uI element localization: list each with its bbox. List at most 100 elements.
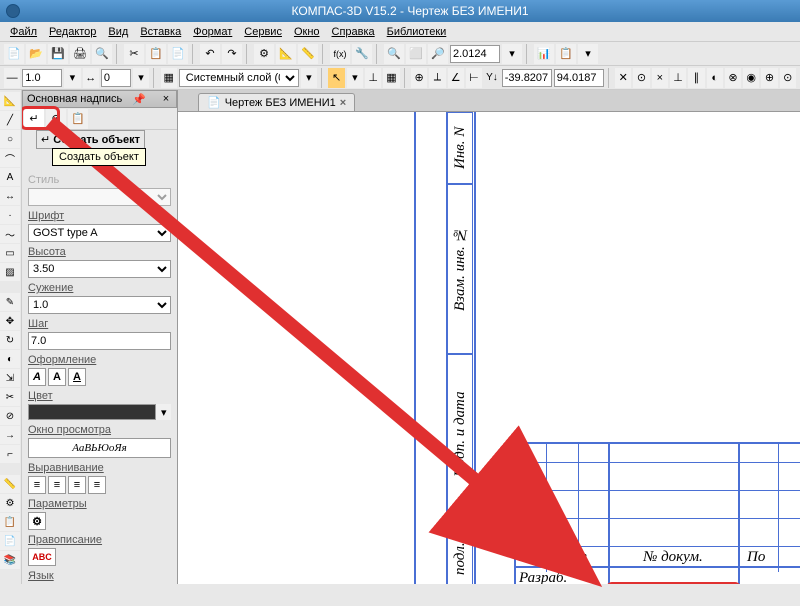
tool-spec[interactable]: 📋	[0, 513, 20, 531]
font-select[interactable]: GOST type A	[28, 224, 171, 242]
underline-button[interactable]: A	[68, 368, 86, 386]
tool-button[interactable]: 📋	[68, 109, 88, 129]
cut-button[interactable]: ✂	[124, 44, 144, 64]
undo-button[interactable]: ↶	[200, 44, 220, 64]
snap-button[interactable]: ∠	[448, 68, 464, 88]
coord-x-input[interactable]	[502, 69, 552, 87]
pin-icon[interactable]: 📌	[132, 93, 146, 106]
snap-tool[interactable]: ✕	[615, 68, 631, 88]
align-right-button[interactable]: ≡	[68, 476, 86, 494]
tool-measure[interactable]: 📏	[0, 475, 20, 493]
snap-tool[interactable]: ⊙	[780, 68, 796, 88]
canvas-area[interactable]: 📄 Чертеж БЕЗ ИМЕНИ1 × Инв. N Взам. инв. …	[178, 90, 800, 584]
step-input[interactable]	[28, 332, 171, 350]
param-button[interactable]: ⚙	[28, 512, 46, 530]
snap-tool[interactable]: ◐	[707, 68, 723, 88]
narrow-select[interactable]: 1.0	[28, 296, 171, 314]
tool-extend[interactable]: →	[0, 426, 20, 444]
tool-button[interactable]: 🔧	[352, 44, 372, 64]
snap-tool[interactable]: ⊥	[670, 68, 686, 88]
snap-button[interactable]: ⊕	[411, 68, 427, 88]
zoom-out-button[interactable]: 🔍	[384, 44, 404, 64]
step-button[interactable]: ↔	[83, 68, 99, 88]
snap-tool[interactable]: ⊕	[761, 68, 777, 88]
tool-line[interactable]: ╱	[0, 111, 20, 129]
menu-view[interactable]: Вид	[102, 24, 134, 40]
grid-button[interactable]: ▦	[383, 68, 399, 88]
align-left-button[interactable]: ≡	[28, 476, 46, 494]
tool-rect[interactable]: ▭	[0, 244, 20, 262]
tool-edit[interactable]: ✎	[0, 293, 20, 311]
snap-button[interactable]: ⊢	[466, 68, 482, 88]
tool-report[interactable]: 📄	[0, 532, 20, 550]
dropdown-icon[interactable]: ▾	[502, 44, 522, 64]
step-input[interactable]	[101, 69, 131, 87]
tab-document[interactable]: 📄 Чертеж БЕЗ ИМЕНИ1 ×	[198, 93, 355, 111]
tool-hatch[interactable]: ▨	[0, 263, 20, 281]
fx-button[interactable]: f(x)	[330, 44, 350, 64]
dropdown-icon[interactable]: ▾	[578, 44, 598, 64]
redo-button[interactable]: ↷	[222, 44, 242, 64]
snap-tool[interactable]: ×	[652, 68, 668, 88]
print-button[interactable]: 🖨	[70, 44, 90, 64]
tool-scale[interactable]: ⇲	[0, 369, 20, 387]
color-picker[interactable]	[28, 404, 156, 420]
snap-tool[interactable]: ⊗	[725, 68, 741, 88]
tool-spline[interactable]: ～	[0, 225, 20, 243]
tool-break[interactable]: ⊘	[0, 407, 20, 425]
layer-button[interactable]: ▦	[161, 68, 177, 88]
paste-button[interactable]: 📄	[168, 44, 188, 64]
cursor-button[interactable]: ↖	[328, 68, 344, 88]
tool-button[interactable]: 📐	[276, 44, 296, 64]
snap-tool[interactable]: ◉	[743, 68, 759, 88]
spellcheck-button[interactable]: ABC	[28, 548, 56, 566]
tool-geometry[interactable]: 📐	[0, 92, 20, 110]
zoom-fit-button[interactable]: ⬜	[406, 44, 426, 64]
snap-button[interactable]: ⟂	[429, 68, 445, 88]
menu-libraries[interactable]: Библиотеки	[381, 24, 453, 40]
tool-rotate[interactable]: ↻	[0, 331, 20, 349]
new-button[interactable]: 📄	[4, 44, 24, 64]
preview-button[interactable]: 🔍	[92, 44, 112, 64]
dropdown-icon[interactable]: ▾	[301, 68, 317, 88]
tool-lib[interactable]: 📚	[0, 551, 20, 569]
layer-select[interactable]: Системный слой (0)	[179, 69, 299, 87]
drawing-canvas[interactable]: Инв. N Взам. инв. № Подп. и дата подл. И…	[178, 112, 800, 584]
menu-file[interactable]: Файл	[4, 24, 43, 40]
coord-y-input[interactable]	[554, 69, 604, 87]
close-icon[interactable]: ×	[160, 93, 172, 105]
tool-param[interactable]: ⚙	[0, 494, 20, 512]
ortho-button[interactable]: ⊥	[365, 68, 381, 88]
tool-trim[interactable]: ✂	[0, 388, 20, 406]
close-tab-icon[interactable]: ×	[340, 97, 346, 109]
line-width-input[interactable]	[22, 69, 62, 87]
italic-button[interactable]: A	[28, 368, 46, 386]
dropdown-icon[interactable]: ▾	[156, 404, 171, 420]
tool-mirror[interactable]: ◐	[0, 350, 20, 368]
height-select[interactable]: 3.50	[28, 260, 171, 278]
tool-button[interactable]: 📊	[534, 44, 554, 64]
zoom-input[interactable]	[450, 45, 500, 63]
tool-arc[interactable]: ⌒	[0, 149, 20, 167]
open-button[interactable]: 📂	[26, 44, 46, 64]
menu-service[interactable]: Сервис	[238, 24, 288, 40]
dropdown-icon[interactable]: ▾	[64, 68, 80, 88]
save-button[interactable]: 💾	[48, 44, 68, 64]
tool-fillet[interactable]: ⌐	[0, 445, 20, 463]
tool-move[interactable]: ✥	[0, 312, 20, 330]
menu-insert[interactable]: Вставка	[134, 24, 187, 40]
copy-button[interactable]: 📋	[146, 44, 166, 64]
create-object-item[interactable]: ↵ Создать объект	[36, 130, 145, 149]
tool-dim[interactable]: ↔	[0, 187, 20, 205]
tool-button[interactable]: 📏	[298, 44, 318, 64]
snap-tool[interactable]: ∥	[688, 68, 704, 88]
bold-button[interactable]: A	[48, 368, 66, 386]
tool-button[interactable]: 📋	[556, 44, 576, 64]
menu-window[interactable]: Окно	[288, 24, 326, 40]
line-style-button[interactable]: —	[4, 68, 20, 88]
tool-circle[interactable]: ○	[0, 130, 20, 148]
menu-editor[interactable]: Редактор	[43, 24, 102, 40]
align-justify-button[interactable]: ≡	[88, 476, 106, 494]
tool-text[interactable]: A	[0, 168, 20, 186]
dropdown-icon[interactable]: ▾	[347, 68, 363, 88]
